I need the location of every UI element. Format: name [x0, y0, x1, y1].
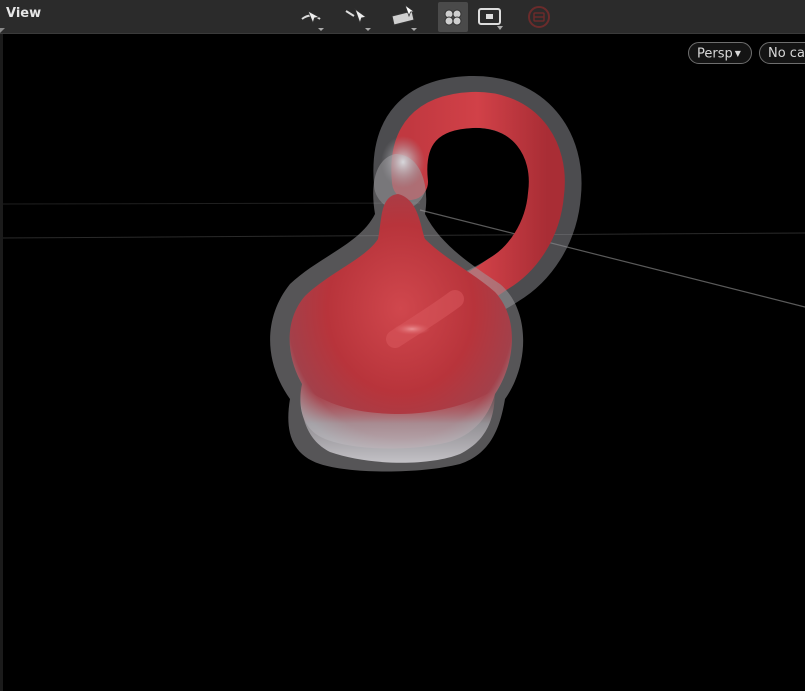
frame-view-icon	[478, 8, 503, 30]
camera-label: No ca	[768, 46, 805, 61]
snapping-button[interactable]	[438, 2, 468, 32]
snapping-icon	[444, 9, 462, 26]
camera-dropdown[interactable]: No ca	[759, 42, 805, 64]
viewport-left-border	[0, 34, 3, 691]
viewport-toolbar: View	[0, 0, 805, 34]
klein-bottle-object[interactable]	[270, 76, 582, 472]
grid-line	[0, 202, 421, 205]
view-title: View	[6, 6, 42, 21]
orbit-view-button[interactable]	[296, 2, 326, 32]
transform-handle-button[interactable]	[388, 2, 418, 32]
viewport-scene[interactable]	[0, 34, 805, 691]
select-arrow-icon	[345, 7, 371, 31]
transform-handle-icon	[391, 3, 417, 31]
projection-label: Persp	[697, 46, 733, 62]
chevron-down-icon: ▼	[734, 49, 741, 58]
frame-view-button[interactable]	[475, 2, 505, 32]
corner-marker	[0, 28, 5, 33]
orbit-view-icon	[301, 10, 324, 31]
stop-button[interactable]	[524, 2, 554, 32]
disabled-stop-icon	[528, 6, 550, 28]
select-button[interactable]	[342, 2, 372, 32]
projection-dropdown[interactable]: Persp ▼	[688, 42, 752, 64]
3d-viewport[interactable]	[0, 34, 805, 691]
